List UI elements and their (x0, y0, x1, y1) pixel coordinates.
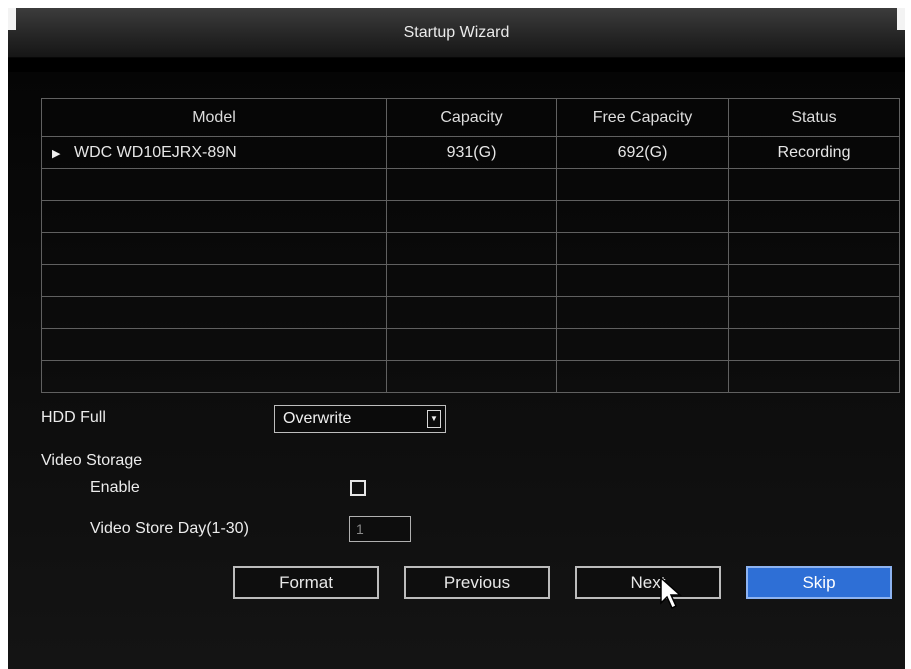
enable-checkbox[interactable] (350, 480, 366, 496)
capacity-cell: 931(G) (386, 136, 557, 169)
hdd-full-label: HDD Full (41, 409, 106, 426)
empty-table-row (41, 264, 900, 297)
title-bar: Startup Wizard (8, 8, 905, 58)
status-cell: Recording (728, 136, 900, 169)
previous-button[interactable]: Previous (404, 566, 550, 599)
next-button[interactable]: Next (575, 566, 721, 599)
empty-table-row (41, 232, 900, 265)
column-header-free-capacity: Free Capacity (556, 98, 729, 137)
hdd-full-value: Overwrite (283, 410, 352, 427)
play-arrow-icon: ▶ (52, 147, 61, 160)
video-store-day-input[interactable]: 1 (349, 516, 411, 542)
format-button[interactable]: Format (233, 566, 379, 599)
enable-label: Enable (90, 479, 140, 496)
video-store-day-label: Video Store Day(1-30) (90, 520, 249, 537)
column-header-status: Status (728, 98, 900, 137)
model-value: WDC WD10EJRX-89N (74, 143, 237, 161)
column-header-capacity: Capacity (386, 98, 557, 137)
free-capacity-cell: 692(G) (556, 136, 729, 169)
startup-wizard-window: Startup Wizard Model Capacity Free Capac… (8, 8, 905, 669)
chevron-down-icon[interactable]: ▼ (427, 410, 441, 428)
empty-table-row (41, 200, 900, 233)
mouse-pointer-icon (660, 576, 682, 610)
table-header-row: Model Capacity Free Capacity Status (41, 98, 900, 137)
hdd-table: Model Capacity Free Capacity Status ▶ WDC… (41, 98, 900, 393)
empty-table-row (41, 296, 900, 329)
skip-button[interactable]: Skip (746, 566, 892, 599)
title-bar-accent-right (897, 8, 905, 30)
empty-table-row (41, 328, 900, 361)
empty-table-row (41, 360, 900, 393)
empty-table-row (41, 168, 900, 201)
window-title: Startup Wizard (403, 24, 510, 41)
model-cell: ▶ WDC WD10EJRX-89N (41, 136, 387, 169)
table-row[interactable]: ▶ WDC WD10EJRX-89N 931(G) 692(G) Recordin… (41, 136, 900, 169)
column-header-model: Model (41, 98, 387, 137)
hdd-full-select[interactable]: Overwrite ▼ (274, 405, 446, 433)
video-storage-label: Video Storage (41, 452, 143, 469)
